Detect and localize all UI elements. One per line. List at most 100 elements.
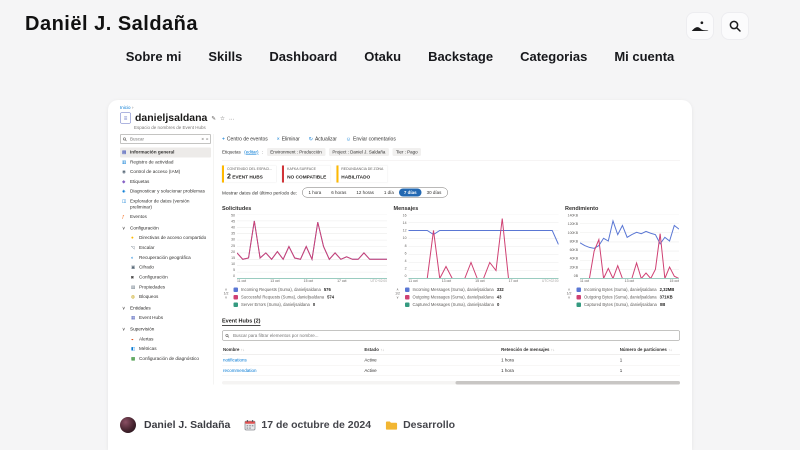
sidebar-item[interactable]: ∨ Configuración [120, 223, 211, 233]
table-filter-input[interactable] [232, 333, 677, 339]
breadcrumb[interactable]: Inicio› [120, 105, 680, 110]
search-icon [225, 333, 230, 338]
sidebar-item[interactable]: ● Directivas de acceso compartido [120, 233, 211, 243]
legend-page-down-icon[interactable]: ∨ [396, 296, 399, 300]
sidebar-item[interactable]: ▥ Registro de actividad [120, 157, 211, 167]
nav-item[interactable]: Otaku [364, 49, 401, 64]
chart-plot [237, 215, 387, 279]
status-cell: Active [364, 358, 501, 363]
nav-item[interactable]: Categorias [520, 49, 587, 64]
status-badge: KAFKA SURFACE NO COMPATIBLE [282, 166, 330, 183]
event-hub-link[interactable]: notifications [223, 358, 247, 363]
sidebar-item[interactable]: ∨ Supervisión [120, 324, 211, 334]
command-bar-button[interactable]: ☺ Enviar comentarios [346, 136, 396, 142]
sidebar-item-icon: ◉ [122, 169, 127, 174]
sidebar-item[interactable]: ◫ Explorador de datos (versión prelimina… [120, 197, 211, 213]
command-bar-button[interactable]: × Eliminar [277, 136, 300, 142]
sidebar-item-label: Configuración [130, 225, 159, 231]
post-category[interactable]: Desarrollo [403, 419, 455, 431]
sidebar-item[interactable]: ◹ Escalar [120, 243, 211, 253]
time-range-pill[interactable]: 6 horas [326, 189, 351, 197]
command-bar-button[interactable]: + Centro de eventos [222, 136, 268, 142]
legend-page-indicator: 1/2 [395, 292, 400, 296]
theme-mountain-button[interactable] [687, 13, 713, 39]
legend-page-up-icon[interactable]: ∧ [396, 288, 399, 292]
sidebar-item[interactable]: ▦ Event Hubs [120, 313, 211, 323]
sidebar-item[interactable]: ◙ Configuración [120, 272, 211, 282]
edit-pencil-icon[interactable]: ✎ [211, 115, 216, 122]
sidebar-item[interactable]: ◈ Diagnosticar y solucionar problemas [120, 187, 211, 197]
table-row[interactable]: recommendation Active 1 hora 1 [222, 366, 680, 377]
sidebar-item[interactable]: ◒ Alertas [120, 334, 211, 344]
legend-label: Successful Requests (Suma), danieljsalda… [241, 295, 324, 300]
sidebar-item-label: Métricas [139, 346, 157, 352]
sidebar-search-input[interactable] [129, 136, 199, 142]
clear-icon[interactable]: × [201, 137, 204, 142]
site-logo[interactable]: Daniël J. Saldaña [25, 13, 198, 36]
event-hubs-tab[interactable]: Event Hubs (2) [222, 318, 261, 326]
sidebar-item-icon: ▦ [131, 315, 136, 320]
sidebar-item-icon: ◐ [131, 255, 136, 260]
sidebar-item[interactable]: ▤ Propiedades [120, 282, 211, 292]
sort-icon[interactable]: ↑↓ [668, 348, 672, 353]
search-button[interactable] [722, 13, 748, 39]
column-header-label: Retención de mensajes [501, 347, 549, 352]
post-card: Inicio› ≡ danieljsaldana ✎ ☆ … Espacio d… [108, 100, 692, 450]
legend-page-indicator: 1/2 [567, 292, 572, 296]
sort-icon[interactable]: ↑↓ [241, 348, 245, 353]
badge-value: NO COMPATIBLE [287, 175, 326, 181]
x-axis-labels: 11 oct13 oct15 oct [580, 280, 679, 284]
sidebar-item[interactable]: ◐ Recuperación geográfica [120, 253, 211, 263]
column-header[interactable]: Retención de mensajes↑↓ [501, 347, 620, 352]
column-header[interactable]: Estado↑↓ [364, 347, 501, 352]
table-filter-box[interactable] [222, 331, 680, 341]
time-range-pill[interactable]: 1 día [379, 189, 399, 197]
sidebar-item[interactable]: ƒ Eventos [120, 212, 211, 222]
collapse-icon[interactable]: « [206, 137, 209, 142]
sidebar-item[interactable]: ▤ Información general [120, 148, 211, 158]
retention-cell: 1 hora [501, 368, 620, 373]
legend-page-down-icon[interactable]: ∨ [225, 296, 228, 300]
x-tick-label: 15 oct [304, 280, 313, 284]
chart-title: Mensajes [394, 206, 559, 212]
sidebar-item[interactable]: ▩ Configuración de diagnóstico [120, 354, 211, 364]
legend-page-up-icon[interactable]: ∧ [568, 288, 571, 292]
sidebar-item[interactable]: ◉ Control de acceso (IAM) [120, 167, 211, 177]
column-header[interactable]: Número de particiones↑↓ [620, 347, 679, 352]
sidebar-search-box[interactable]: × « [120, 134, 211, 144]
more-options-icon[interactable]: … [229, 115, 235, 121]
time-range-pill[interactable]: 30 días [422, 189, 447, 197]
legend-swatch [405, 302, 410, 307]
sidebar-item[interactable]: ∨ Entidades [120, 303, 211, 313]
sidebar-item-icon: ◧ [131, 346, 136, 351]
command-icon: ↻ [309, 136, 313, 142]
sidebar-item-label: Bloqueos [139, 294, 158, 300]
nav-item[interactable]: Mi cuenta [614, 49, 674, 64]
favorite-star-icon[interactable]: ☆ [220, 115, 225, 122]
sidebar-item-label: Cifrado [139, 265, 154, 271]
command-bar-button[interactable]: ↻ Actualizar [309, 136, 337, 142]
sidebar-item[interactable]: ◆ Etiquetas [120, 177, 211, 187]
scrollbar-thumb[interactable] [456, 381, 680, 385]
breadcrumb-link[interactable]: Inicio [120, 105, 131, 110]
time-range-pill[interactable]: 12 horas [351, 189, 379, 197]
column-header[interactable]: Nombre↑↓ [223, 347, 364, 352]
horizontal-scrollbar[interactable] [222, 381, 680, 385]
legend-page-down-icon[interactable]: ∨ [568, 296, 571, 300]
legend-page-up-icon[interactable]: ∧ [225, 288, 228, 292]
event-hub-link[interactable]: recommendation [223, 368, 257, 373]
nav-item[interactable]: Skills [208, 49, 242, 64]
tags-edit-link[interactable]: (editar) [244, 150, 258, 155]
nav-item[interactable]: Dashboard [269, 49, 337, 64]
table-row[interactable]: notifications Active 1 hora 1 [222, 355, 680, 366]
time-range-pill[interactable]: 7 días [399, 189, 422, 197]
sidebar-item[interactable]: ◧ Métricas [120, 344, 211, 354]
time-range-pill[interactable]: 1 hora [304, 189, 327, 197]
nav-item[interactable]: Sobre mi [126, 49, 182, 64]
nav-item[interactable]: Backstage [428, 49, 493, 64]
sidebar-item[interactable]: ◍ Bloqueos [120, 292, 211, 302]
sort-icon[interactable]: ↑↓ [380, 348, 384, 353]
sort-icon[interactable]: ↑↓ [551, 348, 555, 353]
legend-swatch [577, 295, 582, 300]
sidebar-item[interactable]: ▣ Cifrado [120, 263, 211, 273]
